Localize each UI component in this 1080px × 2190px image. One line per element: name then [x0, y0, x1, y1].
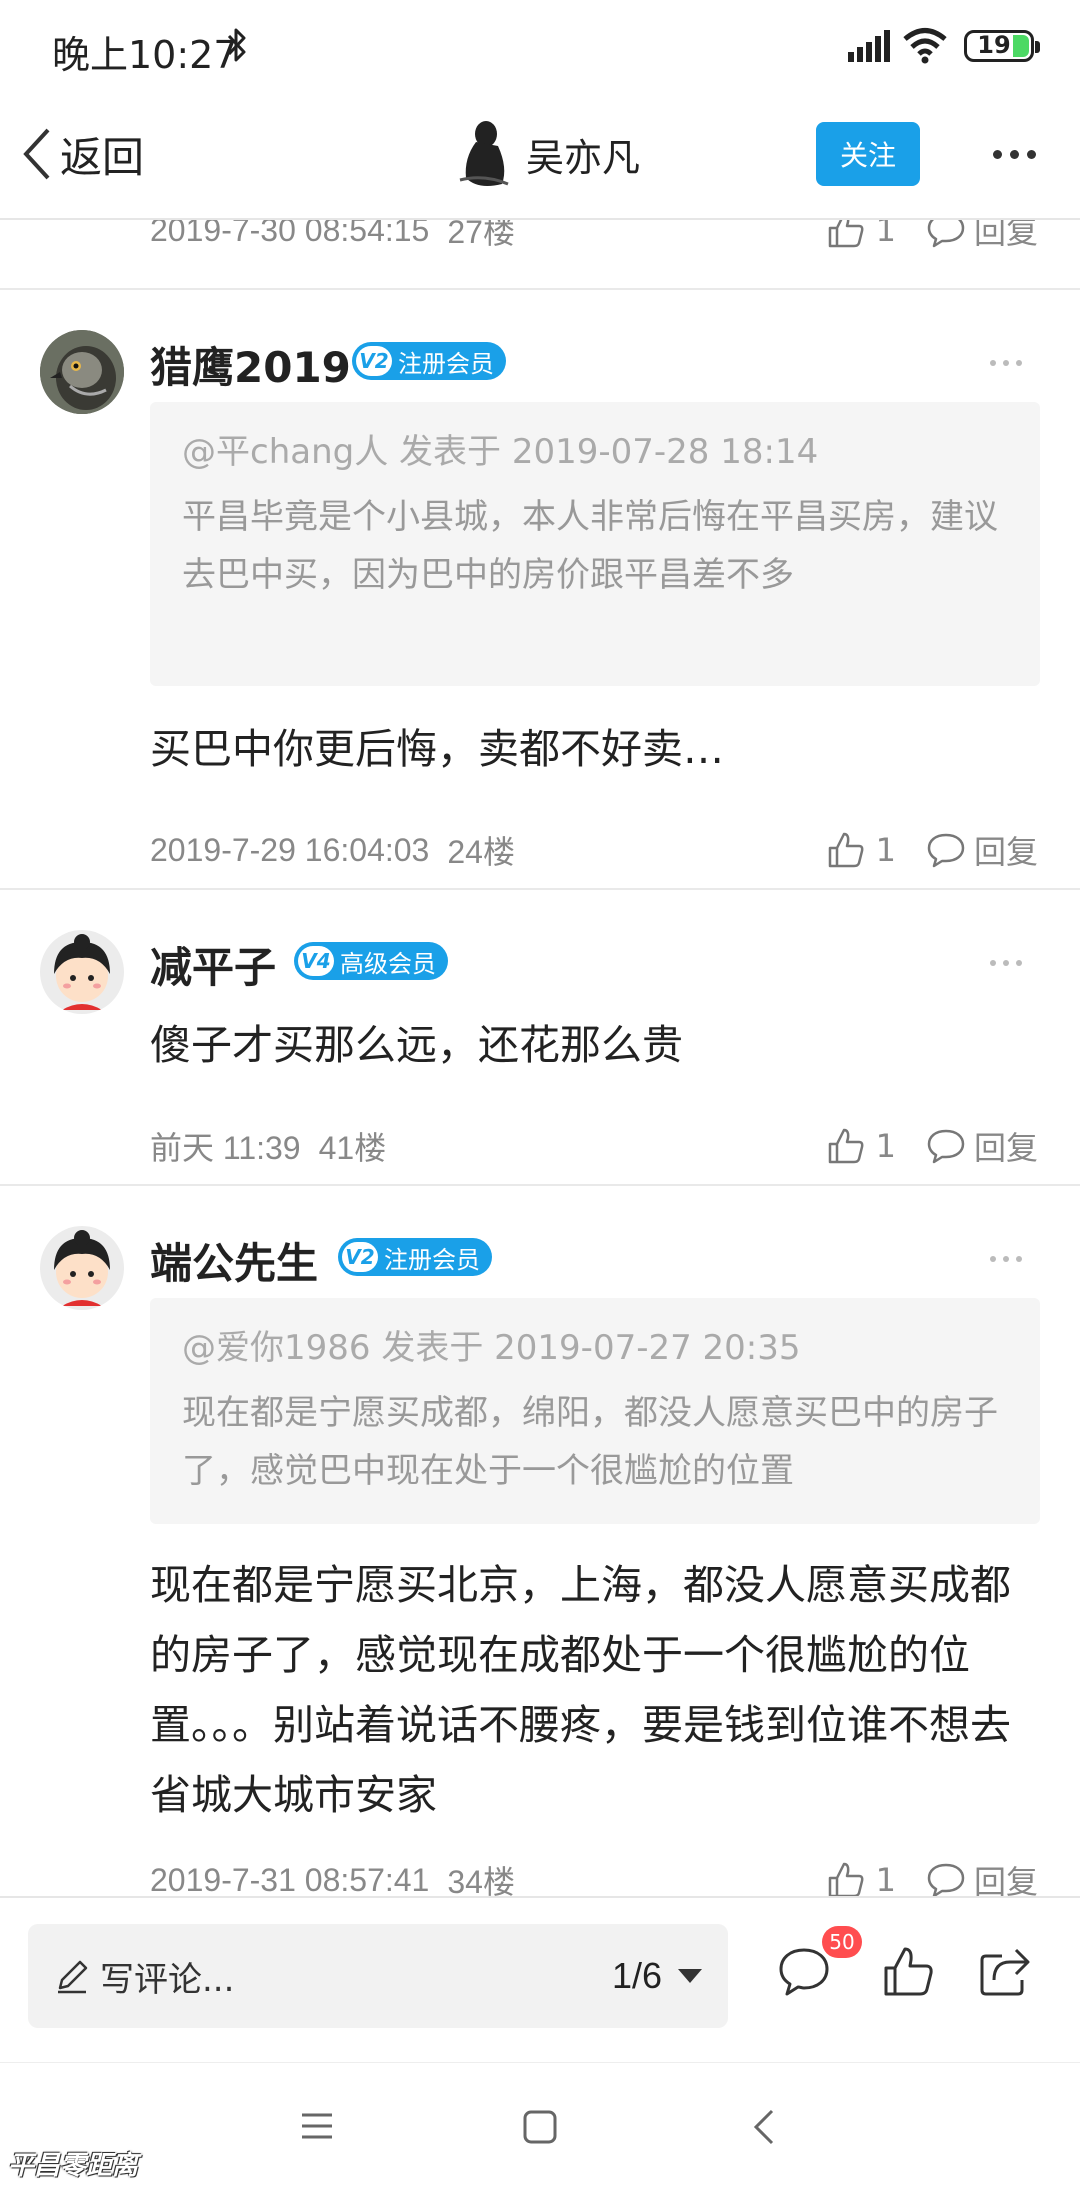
member-badge: V4 高级会员	[294, 942, 448, 980]
avatar[interactable]	[40, 1226, 124, 1310]
reply-button[interactable]: 回复	[974, 827, 1038, 873]
like-icon[interactable]	[826, 1126, 866, 1166]
system-nav-bar: 平昌零距离	[0, 2062, 1080, 2190]
username[interactable]: 猎鹰2019	[150, 334, 351, 395]
member-badge: V2 注册会员	[338, 1238, 492, 1276]
post-meta-row: 2019-7-31 08:57:41 34楼 1 回复	[150, 1858, 1038, 1896]
post-floor: 41楼	[318, 1130, 387, 1166]
watermark: 平昌零距离	[8, 2151, 139, 2181]
post-time: 2019-7-31 08:57:41	[150, 1861, 430, 1897]
comment-placeholder: 写评论...	[100, 1959, 235, 2000]
reply-button[interactable]: 回复	[974, 1123, 1038, 1169]
reply-icon[interactable]	[926, 831, 966, 869]
pencil-icon	[58, 1960, 88, 1994]
username[interactable]: 减平子	[150, 934, 276, 995]
chevron-down-icon[interactable]	[678, 1969, 702, 1983]
post-meta-row: 2019-7-29 16:04:03 24楼 1 回复	[150, 828, 1038, 872]
level-icon: V2	[356, 346, 392, 376]
wifi-icon	[903, 28, 947, 64]
like-count: 1	[875, 1861, 896, 1896]
more-icon	[992, 149, 1002, 159]
like-count: 1	[875, 220, 896, 249]
avatar[interactable]	[40, 930, 124, 1014]
status-time: 晚上10:27	[52, 33, 238, 77]
comment-count-badge: 50	[822, 1926, 862, 1958]
post-floor: 34楼	[447, 1864, 515, 1896]
username[interactable]: 端公先生	[150, 1230, 318, 1291]
reply-icon[interactable]	[926, 220, 966, 249]
post-more-button[interactable]	[990, 1256, 1022, 1262]
comment-icon[interactable]	[776, 1944, 832, 2000]
thread-content[interactable]: 2019-7-30 08:54:15 27楼 1 回复 猎鹰2019 V2 注册…	[0, 220, 1080, 1896]
signal-icon	[848, 30, 890, 62]
comment-input[interactable]: 写评论... 1/6	[28, 1924, 728, 2028]
comment-text: 傻子才买那么远，还花那么贵	[150, 1021, 683, 1069]
divider	[0, 1184, 1080, 1186]
divider	[0, 288, 1080, 290]
share-icon[interactable]	[976, 1944, 1032, 2000]
quoted-post[interactable]: @爱你1986 发表于 2019-07-27 20:35 现在都是宁愿买成都，绵…	[150, 1298, 1040, 1524]
hawk-avatar-image	[40, 330, 124, 414]
post-time: 2019-7-29 16:04:03	[150, 831, 430, 868]
divider	[0, 888, 1080, 890]
post-meta-row: 前天 11:39 41楼 1 回复	[150, 1124, 1038, 1168]
like-count: 1	[875, 1127, 896, 1165]
like-icon[interactable]	[826, 1860, 866, 1896]
badge-text: 高级会员	[340, 949, 436, 978]
like-count: 1	[875, 831, 896, 869]
badge-text: 注册会员	[398, 349, 494, 378]
quote-header: @爱你1986 发表于 2019-07-27 20:35	[182, 1328, 801, 1368]
girl-avatar-image	[40, 930, 124, 1014]
back-button[interactable]: 返回	[20, 122, 144, 186]
battery-icon: 19	[964, 30, 1040, 62]
back-icon	[23, 128, 50, 180]
battery-level: 19	[977, 31, 1011, 59]
reply-icon[interactable]	[926, 1127, 966, 1165]
reply-icon[interactable]	[926, 1861, 966, 1896]
reply-button[interactable]: 回复	[974, 220, 1038, 253]
level-icon: V4	[298, 946, 334, 976]
post-more-button[interactable]	[990, 960, 1022, 966]
like-icon[interactable]	[880, 1944, 936, 2000]
quoted-post[interactable]: @平chang人 发表于 2019-07-28 18:14 平昌毕竟是个小县城，…	[150, 402, 1040, 686]
avatar[interactable]	[40, 330, 124, 414]
menu-icon[interactable]	[300, 2109, 334, 2143]
page-selector[interactable]: 1/6	[612, 1955, 662, 1997]
member-badge: V2 注册会员	[352, 342, 506, 380]
author-info[interactable]: 吴亦凡	[458, 118, 640, 190]
quote-header: @平chang人 发表于 2019-07-28 18:14	[182, 432, 819, 472]
post-time: 2019-7-30 08:54:15	[150, 220, 430, 248]
bottom-action-bar: 写评论... 1/6 50	[0, 1896, 1080, 2062]
quote-body: 平昌毕竟是个小县城，本人非常后悔在平昌买房，建议去巴中买，因为巴中的房价跟平昌差…	[182, 497, 998, 595]
status-bar: 晚上10:27 19	[0, 0, 1080, 96]
author-avatar	[459, 121, 509, 186]
quote-body: 现在都是宁愿买成都，绵阳，都没人愿意买巴中的房子了，感觉巴中现在处于一个很尴尬的…	[182, 1393, 998, 1491]
home-icon[interactable]	[522, 2109, 558, 2145]
author-name: 吴亦凡	[526, 135, 641, 180]
reply-button[interactable]: 回复	[974, 1857, 1038, 1896]
post-meta-row: 2019-7-30 08:54:15 27楼 1 回复	[150, 220, 1038, 252]
bluetooth-icon	[227, 28, 246, 62]
back-icon[interactable]	[752, 2107, 776, 2147]
post-floor: 24楼	[447, 834, 515, 870]
badge-text: 注册会员	[384, 1245, 480, 1274]
post-floor: 27楼	[447, 220, 515, 250]
post-time: 前天 11:39	[150, 1130, 301, 1166]
like-icon[interactable]	[826, 830, 866, 870]
comment-text: 现在都是宁愿买北京，上海，都没人愿意买成都的房子了，感觉现在成都处于一个很尴尬的…	[150, 1561, 1011, 1819]
more-button[interactable]	[984, 124, 1044, 184]
follow-button[interactable]: 关注	[816, 122, 920, 186]
nav-bar: 返回 吴亦凡 关注	[0, 96, 1080, 220]
post-more-button[interactable]	[990, 360, 1022, 366]
back-label: 返回	[60, 132, 145, 182]
like-icon[interactable]	[826, 220, 866, 250]
level-icon: V2	[342, 1242, 378, 1272]
comment-text: 买巴中你更后悔，卖都不好卖…	[150, 725, 724, 773]
girl-avatar-image	[40, 1226, 124, 1310]
